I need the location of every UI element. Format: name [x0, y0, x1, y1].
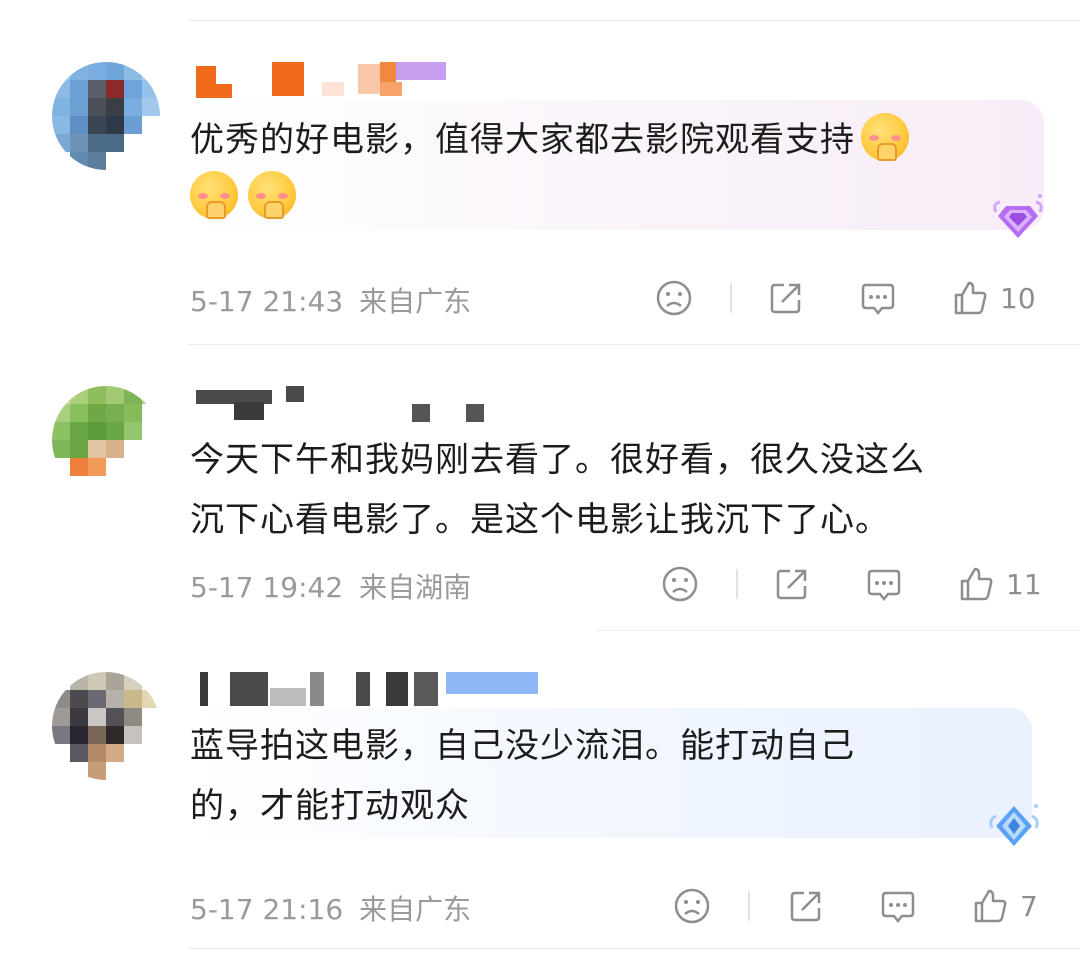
- share-button[interactable]: [786, 884, 826, 928]
- action-separator: [730, 283, 732, 313]
- like-button[interactable]: 10: [950, 276, 1036, 320]
- comment-time: 5-17 21:16: [190, 893, 344, 926]
- reply-button[interactable]: [858, 276, 898, 320]
- sad-face-icon: [656, 280, 692, 316]
- thumbs-up-icon: [954, 281, 987, 315]
- like-count: 11: [1006, 567, 1042, 601]
- pray-blush-emoji-icon: [861, 113, 909, 161]
- username-redacted[interactable]: [190, 62, 550, 98]
- top-divider: [188, 20, 1080, 21]
- share-icon: [770, 283, 801, 314]
- comment-location: 来自湖南: [359, 571, 472, 604]
- comment-actions: 7: [640, 884, 1060, 928]
- like-button[interactable]: 11: [956, 562, 1042, 606]
- reply-button[interactable]: [878, 884, 918, 928]
- diamond-badge-icon: [989, 804, 1039, 846]
- reply-button[interactable]: [864, 562, 904, 606]
- pray-blush-emoji-icon: [248, 171, 296, 219]
- comment-divider: [188, 344, 1080, 345]
- share-icon: [776, 569, 807, 600]
- sad-face-icon: [674, 888, 710, 924]
- share-icon: [790, 891, 821, 922]
- comment-text: 今天下午和我妈刚去看了。很好看，很久没这么 沉下心看电影了。是这个电影让我沉下了…: [190, 440, 925, 540]
- comment-meta: 5-17 21:43 来自广东: [190, 280, 471, 320]
- comment-meta: 5-17 19:42 来自湖南: [190, 566, 471, 606]
- like-count: 7: [1020, 889, 1038, 923]
- action-separator: [748, 891, 750, 921]
- sad-face-icon: [662, 566, 698, 602]
- diamond-badge-icon: [993, 194, 1043, 238]
- comment-icon: [867, 569, 901, 602]
- username-redacted[interactable]: [190, 386, 550, 422]
- dislike-button[interactable]: [654, 276, 694, 320]
- comment-actions: 10: [640, 276, 1060, 320]
- comment-actions: 11: [640, 562, 1060, 606]
- avatar[interactable]: [52, 386, 160, 494]
- comment-icon: [881, 891, 915, 924]
- comment-text: 蓝导拍这电影，自己没少流泪。能打动自己 的，才能打动观众: [190, 726, 855, 826]
- comment-location: 来自广东: [359, 893, 472, 926]
- comment-icon: [861, 283, 895, 316]
- comment-time: 5-17 21:43: [190, 285, 344, 318]
- dislike-button[interactable]: [660, 562, 700, 606]
- thumbs-up-icon: [974, 889, 1007, 923]
- comment-emoji-row: [190, 170, 306, 226]
- thumbs-up-icon: [960, 567, 993, 601]
- avatar[interactable]: [52, 672, 160, 780]
- avatar[interactable]: [52, 62, 160, 170]
- pray-blush-emoji-icon: [190, 171, 238, 219]
- comment-divider: [188, 948, 1080, 949]
- comment-text: 优秀的好电影，值得大家都去影院观看支持: [190, 112, 919, 168]
- like-button[interactable]: 7: [970, 884, 1038, 928]
- share-button[interactable]: [766, 276, 806, 320]
- username-redacted[interactable]: [190, 672, 550, 708]
- share-button[interactable]: [772, 562, 812, 606]
- action-separator: [736, 569, 738, 599]
- comment-meta: 5-17 21:16 来自广东: [190, 888, 471, 928]
- comment-divider: [596, 630, 1080, 631]
- comment-time: 5-17 19:42: [190, 571, 344, 604]
- dislike-button[interactable]: [672, 884, 712, 928]
- comment-location: 来自广东: [359, 285, 472, 318]
- like-count: 10: [1000, 281, 1036, 315]
